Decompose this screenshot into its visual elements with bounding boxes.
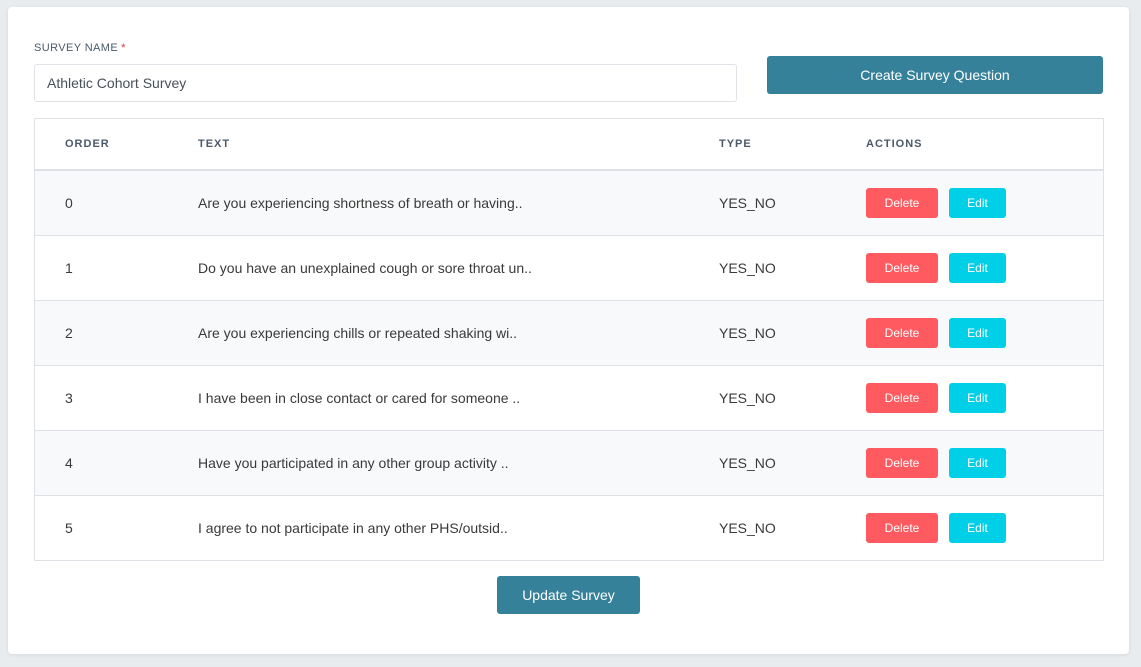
row-text: Have you participated in any other group… [198, 430, 719, 496]
row-text: Do you have an unexplained cough or sore… [198, 235, 719, 301]
delete-button[interactable]: Delete [866, 383, 938, 413]
header-order: ORDER [35, 119, 198, 171]
row-order: 2 [35, 300, 198, 366]
row-actions: Delete Edit [866, 170, 1103, 236]
row-text: I agree to not participate in any other … [198, 495, 719, 560]
survey-name-input[interactable] [34, 64, 737, 102]
row-text: I have been in close contact or cared fo… [198, 365, 719, 431]
table-row: 5 I agree to not participate in any othe… [35, 495, 1103, 560]
row-actions: Delete Edit [866, 430, 1103, 496]
edit-button[interactable]: Edit [949, 188, 1006, 218]
survey-card: SURVEY NAME* Create Survey Question ORDE… [8, 7, 1129, 654]
edit-button[interactable]: Edit [949, 253, 1006, 283]
row-text: Are you experiencing chills or repeated … [198, 300, 719, 366]
row-text: Are you experiencing shortness of breath… [198, 195, 523, 211]
table-row: 1 Do you have an unexplained cough or so… [35, 235, 1103, 301]
update-survey-button[interactable]: Update Survey [497, 576, 640, 614]
row-actions: Delete Edit [866, 365, 1103, 431]
row-type: YES_NO [719, 300, 866, 366]
row-order: 3 [35, 365, 198, 431]
edit-button[interactable]: Edit [949, 318, 1006, 348]
delete-button[interactable]: Delete [866, 253, 938, 283]
survey-name-label: SURVEY NAME * [34, 42, 126, 54]
row-order: 1 [35, 235, 198, 301]
required-mark: * [121, 42, 126, 54]
row-actions: Delete Edit [866, 495, 1103, 560]
edit-button[interactable]: Edit [949, 513, 1006, 543]
table-row: 2 Are you experiencing chills or repeate… [35, 300, 1103, 366]
table-header-row: ORDER TEXT TYPE ACTIONS [35, 119, 1103, 171]
row-type: YES_NO [719, 235, 866, 301]
table-row: 4 Have you participated in any other gro… [35, 430, 1103, 496]
header-actions: ACTIONS [866, 119, 1103, 171]
delete-button[interactable]: Delete [866, 188, 938, 218]
row-actions: Delete Edit [866, 300, 1103, 366]
row-actions: Delete Edit [866, 235, 1103, 301]
table-row: 3 I have been in close contact or cared … [35, 365, 1103, 431]
edit-button[interactable]: Edit [949, 448, 1006, 478]
row-order: 0 [65, 195, 73, 211]
header-text: TEXT [198, 119, 719, 171]
row-order: 4 [35, 430, 198, 496]
header-type: TYPE [719, 119, 866, 171]
delete-button[interactable]: Delete [866, 448, 938, 478]
row-type: YES_NO [719, 430, 866, 496]
delete-button[interactable]: Delete [866, 513, 938, 543]
create-survey-question-button[interactable]: Create Survey Question [767, 56, 1103, 94]
row-type: YES_NO [719, 195, 776, 211]
table-row: 0 Are you experiencing shortness of brea… [35, 170, 1103, 236]
survey-name-label-text: SURVEY NAME [34, 42, 119, 54]
row-type: YES_NO [719, 365, 866, 431]
questions-table: ORDER TEXT TYPE ACTIONS 0 Are you experi… [34, 118, 1104, 561]
delete-button[interactable]: Delete [866, 318, 938, 348]
edit-button[interactable]: Edit [949, 383, 1006, 413]
row-type: YES_NO [719, 495, 866, 560]
row-order: 5 [35, 495, 198, 560]
